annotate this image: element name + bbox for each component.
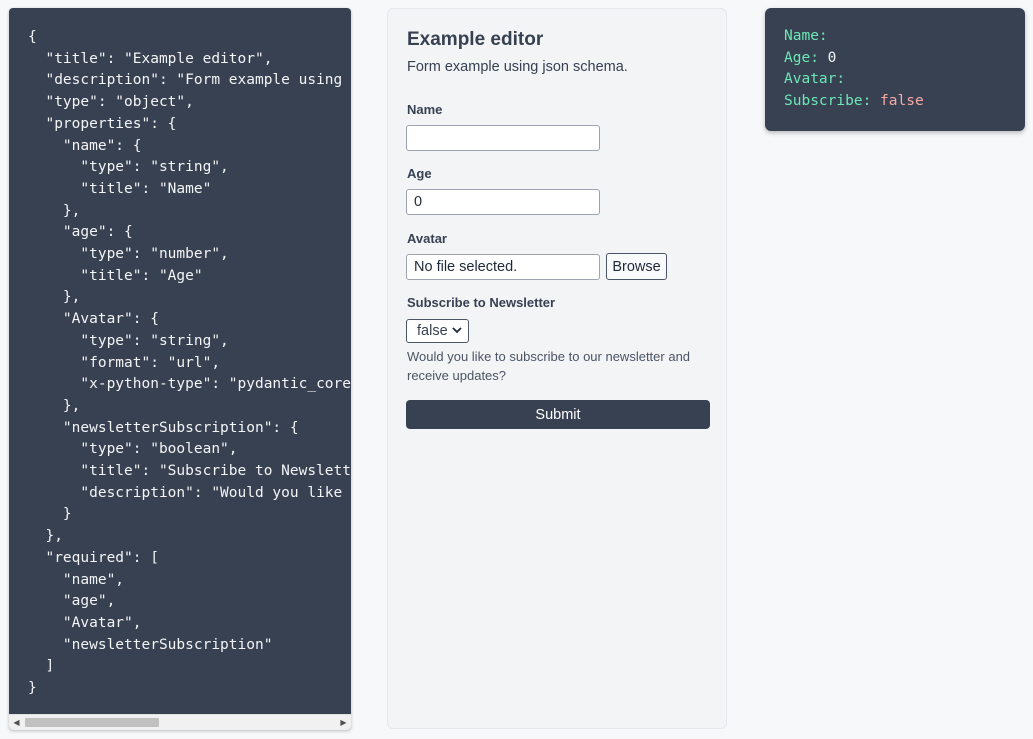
- name-label: Name: [407, 102, 443, 117]
- form-description: Form example using json schema.: [407, 59, 628, 75]
- subscribe-help-text: Would you like to subscribe to our newsl…: [407, 349, 691, 383]
- output-age-key: Age:: [784, 50, 819, 66]
- output-age-value: 0: [827, 50, 837, 66]
- output-subscribe-line: Subscribe: false: [784, 93, 924, 109]
- form-panel: Example editor Form example using json s…: [387, 8, 727, 729]
- age-label: Age: [407, 166, 432, 181]
- avatar-label: Avatar: [407, 231, 447, 246]
- output-avatar-line: Avatar:: [784, 71, 854, 87]
- chevron-left-icon[interactable]: ◀: [9, 715, 24, 730]
- chevron-down-icon: [452, 327, 462, 334]
- schema-code-panel[interactable]: { "title": "Example editor", "descriptio…: [9, 8, 351, 730]
- output-name-key: Name:: [784, 28, 828, 44]
- output-avatar-key: Avatar:: [784, 71, 846, 87]
- name-input[interactable]: [406, 125, 600, 151]
- form-output-panel: Name: Age: 0 Avatar: Subscribe: false: [765, 8, 1025, 131]
- output-name-line: Name:: [784, 28, 836, 44]
- schema-code: { "title": "Example editor", "descriptio…: [28, 29, 351, 697]
- browse-button[interactable]: Browse: [606, 253, 667, 280]
- output-subscribe-key: Subscribe:: [784, 93, 872, 109]
- subscribe-select[interactable]: false: [406, 319, 469, 343]
- horizontal-scrollbar[interactable]: ◀ ▶: [9, 714, 351, 730]
- age-input[interactable]: 0: [406, 189, 600, 215]
- output-age-line: Age: 0: [784, 50, 836, 66]
- scrollbar-thumb[interactable]: [25, 718, 159, 727]
- form-title: Example editor: [407, 29, 544, 50]
- chevron-right-icon[interactable]: ▶: [336, 715, 351, 730]
- subscribe-select-value: false: [417, 323, 448, 339]
- avatar-file-input[interactable]: No file selected.: [406, 254, 600, 280]
- output-subscribe-value: false: [880, 93, 924, 109]
- subscribe-label: Subscribe to Newsletter: [407, 295, 556, 310]
- submit-button[interactable]: Submit: [406, 400, 710, 429]
